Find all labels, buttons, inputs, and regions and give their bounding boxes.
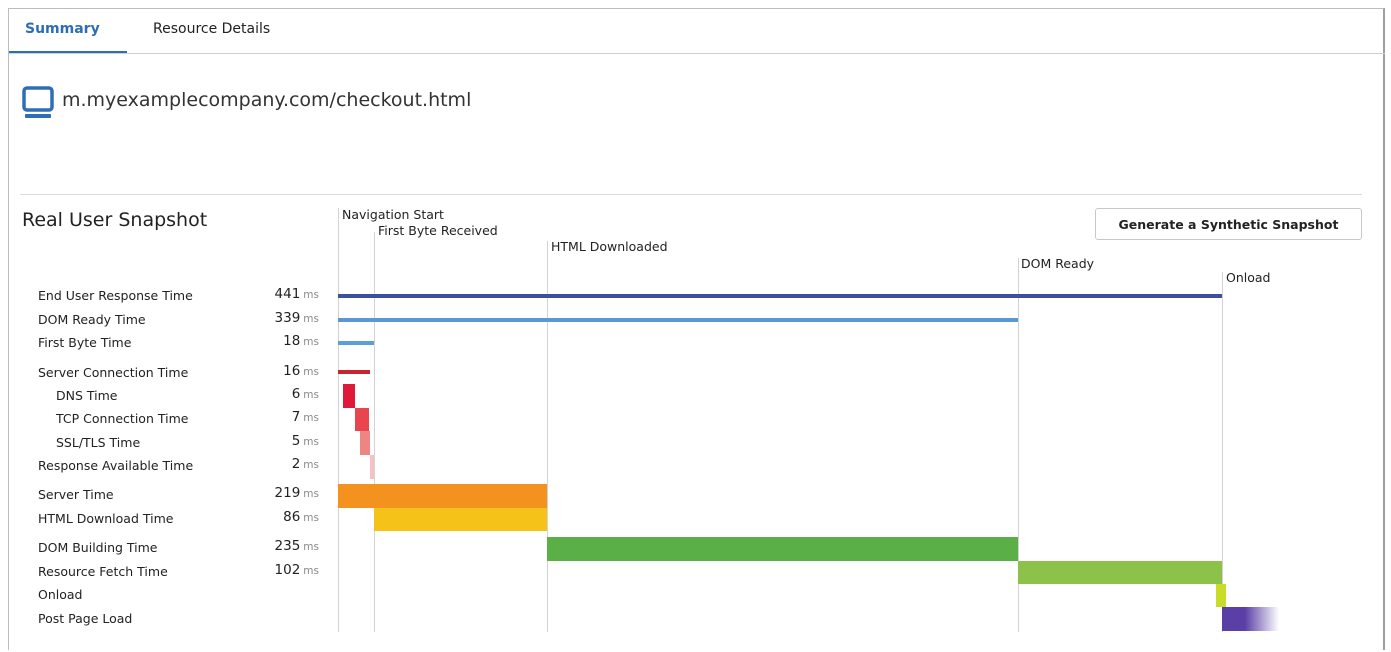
metric-label-post-page-load: Post Page Load <box>38 611 133 626</box>
metric-value-server-connection-time: 16 ms <box>283 363 319 379</box>
bar-dns-time[interactable] <box>343 384 355 408</box>
generate-synthetic-snapshot-button[interactable]: Generate a Synthetic Snapshot <box>1095 208 1362 240</box>
active-tab-indicator <box>9 51 127 53</box>
metric-label-ssl-tls-time: SSL/TLS Time <box>56 435 141 450</box>
metric-label-server-connection-time: Server Connection Time <box>38 365 189 380</box>
metric-label-end-user-response-time: End User Response Time <box>38 288 193 303</box>
bar-onload[interactable] <box>1216 584 1226 607</box>
bar-post-page-load[interactable] <box>1222 607 1279 631</box>
milestone-navigation-start: Navigation Start <box>342 207 444 222</box>
metric-label-html-download-time: HTML Download Time <box>38 511 174 526</box>
tab-resource-details[interactable]: Resource Details <box>153 21 270 37</box>
tab-bar: Summary Resource Details <box>9 9 1385 54</box>
milestone-dom-ready: DOM Ready <box>1021 256 1095 271</box>
metric-label-server-time: Server Time <box>38 487 114 502</box>
milestone-line-navigation-start <box>338 208 339 632</box>
metric-label-response-available-time: Response Available Time <box>38 458 194 473</box>
milestone-html-downloaded: HTML Downloaded <box>551 239 668 254</box>
metric-value-dns-time: 6 ms <box>291 386 319 402</box>
metric-value-resource-fetch-time: 102 ms <box>274 562 319 578</box>
bar-resource-fetch-time[interactable] <box>1018 561 1222 584</box>
bar-end-user-response-time[interactable] <box>338 294 1222 298</box>
metric-value-response-available-time: 2 ms <box>291 456 319 472</box>
metric-label-dns-time: DNS Time <box>56 388 118 403</box>
section-divider <box>20 194 1362 195</box>
bar-tcp-connection-time[interactable] <box>355 408 369 431</box>
bar-dom-building-time[interactable] <box>547 537 1018 561</box>
section-title: Real User Snapshot <box>22 209 208 231</box>
milestone-first-byte-received: First Byte Received <box>378 223 498 238</box>
milestone-line-first-byte <box>374 232 375 632</box>
bar-dom-ready-time[interactable] <box>338 318 1018 322</box>
metric-value-end-user-response-time: 441 ms <box>274 286 319 302</box>
page-url: m.myexamplecompany.com/checkout.html <box>62 89 472 111</box>
tab-summary[interactable]: Summary <box>25 21 100 37</box>
metric-label-dom-building-time: DOM Building Time <box>38 540 158 555</box>
metric-value-ssl-tls-time: 5 ms <box>291 433 319 449</box>
bar-ssl-tls-time[interactable] <box>360 431 370 455</box>
metric-label-onload: Onload <box>38 587 83 602</box>
monitor-icon <box>22 86 54 118</box>
metric-label-tcp-connection-time: TCP Connection Time <box>56 411 189 426</box>
metric-value-html-download-time: 86 ms <box>283 509 319 525</box>
bar-server-connection-time[interactable] <box>338 370 370 374</box>
metric-value-tcp-connection-time: 7 ms <box>291 409 319 425</box>
metric-label-first-byte-time: First Byte Time <box>38 335 132 350</box>
bar-response-available-time[interactable] <box>370 455 374 479</box>
metric-label-dom-ready-time: DOM Ready Time <box>38 312 146 327</box>
bar-server-time[interactable] <box>338 484 547 508</box>
bar-html-download-time[interactable] <box>374 508 547 531</box>
milestone-line-html-downloaded <box>547 241 548 632</box>
metric-label-resource-fetch-time: Resource Fetch Time <box>38 564 168 579</box>
metric-value-dom-ready-time: 339 ms <box>274 310 319 326</box>
milestone-onload: Onload <box>1226 270 1271 285</box>
metric-value-server-time: 219 ms <box>274 485 319 501</box>
metric-value-first-byte-time: 18 ms <box>283 333 319 349</box>
milestone-line-onload <box>1222 272 1223 632</box>
metric-value-dom-building-time: 235 ms <box>274 538 319 554</box>
bar-first-byte-time[interactable] <box>338 341 374 345</box>
